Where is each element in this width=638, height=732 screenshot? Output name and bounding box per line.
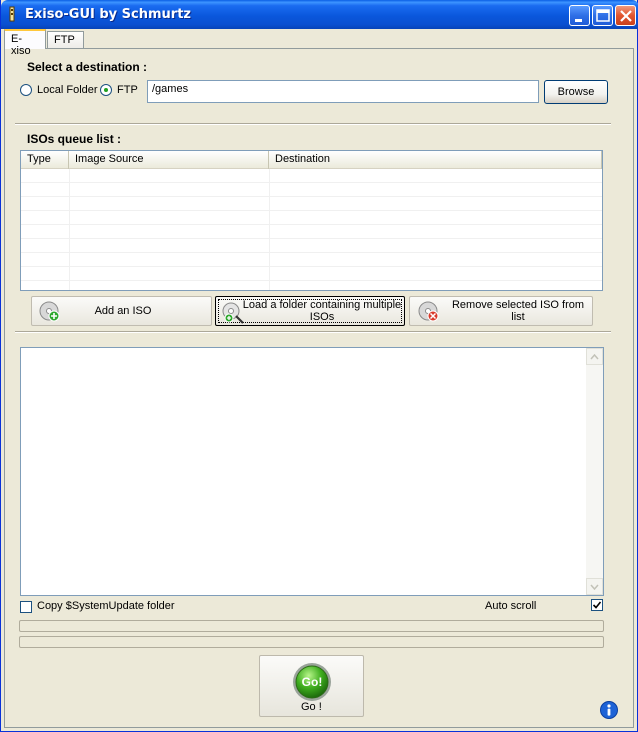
- add-iso-button[interactable]: Add an ISO: [31, 296, 212, 326]
- checkmark-icon: [592, 601, 602, 609]
- close-button[interactable]: [615, 5, 636, 26]
- progress-bar-2: [19, 636, 604, 648]
- info-icon[interactable]: [600, 701, 618, 719]
- go-icon-text: Go!: [302, 675, 323, 689]
- destination-heading: Select a destination :: [27, 60, 148, 74]
- separator: [15, 123, 611, 125]
- browse-button[interactable]: Browse: [544, 80, 608, 104]
- list-row: [21, 211, 602, 225]
- auto-scroll-checkbox[interactable]: [591, 599, 603, 611]
- main-window: Exiso-GUI by Schmurtz E-xiso FTP Select …: [0, 0, 638, 732]
- copy-systemupdate-checkbox[interactable]: [20, 601, 32, 613]
- window-title: Exiso-GUI by Schmurtz: [25, 7, 191, 22]
- minimize-button[interactable]: [569, 5, 590, 26]
- list-row: [21, 253, 602, 267]
- remove-iso-label: Remove selected ISO from list: [451, 299, 585, 323]
- copy-systemupdate-label: Copy $SystemUpdate folder: [37, 600, 175, 612]
- progress-bar-1: [19, 620, 604, 632]
- chevron-up-icon: [590, 353, 599, 360]
- list-row: [21, 169, 602, 183]
- minimize-icon: [575, 19, 582, 22]
- close-icon: [620, 10, 632, 22]
- go-icon: Go!: [293, 663, 331, 701]
- ftp-label: FTP: [117, 84, 138, 96]
- disc-add-icon: [39, 301, 60, 322]
- remove-iso-button[interactable]: Remove selected ISO from list: [409, 296, 593, 326]
- list-row: [21, 267, 602, 281]
- log-scrollbar[interactable]: [586, 348, 603, 595]
- app-icon: [9, 6, 15, 22]
- destination-path-input[interactable]: /games: [147, 80, 539, 103]
- tab-ftp[interactable]: FTP: [47, 31, 84, 49]
- column-image-source[interactable]: Image Source: [69, 151, 269, 169]
- load-folder-button[interactable]: Load a folder containing multiple ISOs: [215, 296, 405, 326]
- scroll-down-button[interactable]: [586, 578, 603, 595]
- local-folder-radio[interactable]: [20, 84, 32, 96]
- list-header: Type Image Source Destination: [21, 151, 602, 169]
- local-folder-label: Local Folder: [37, 84, 98, 96]
- maximize-button[interactable]: [592, 5, 613, 26]
- disc-remove-icon: [418, 301, 439, 322]
- auto-scroll-label: Auto scroll: [485, 600, 537, 612]
- column-type[interactable]: Type: [21, 151, 69, 169]
- go-button[interactable]: Go! Go !: [259, 655, 364, 717]
- maximize-icon: [596, 9, 610, 22]
- list-row: [21, 183, 602, 197]
- separator: [15, 331, 611, 333]
- iso-queue-list[interactable]: Type Image Source Destination: [20, 150, 603, 291]
- chevron-down-icon: [590, 584, 599, 591]
- ftp-radio[interactable]: [100, 84, 112, 96]
- list-row: [21, 197, 602, 211]
- go-label: Go !: [301, 701, 322, 713]
- tab-exiso[interactable]: E-xiso: [4, 29, 46, 57]
- queue-heading: ISOs queue list :: [27, 132, 122, 146]
- list-row: [21, 225, 602, 239]
- log-output[interactable]: [20, 347, 604, 596]
- scroll-up-button[interactable]: [586, 348, 603, 365]
- title-bar[interactable]: Exiso-GUI by Schmurtz: [1, 0, 638, 29]
- list-row: [21, 239, 602, 253]
- add-iso-label: Add an ISO: [94, 305, 152, 317]
- load-folder-label: Load a folder containing multiple ISOs: [242, 299, 402, 323]
- column-destination[interactable]: Destination: [269, 151, 602, 169]
